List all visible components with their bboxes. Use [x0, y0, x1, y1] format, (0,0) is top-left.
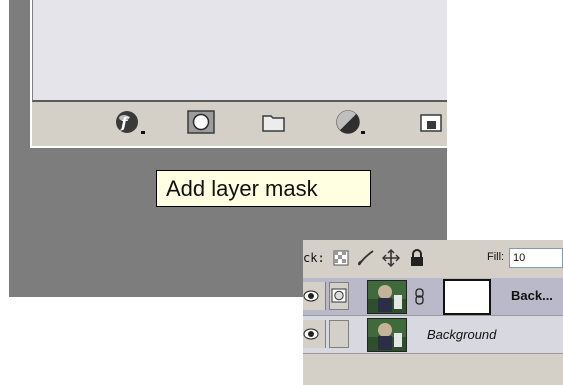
half-circle-icon [336, 110, 365, 134]
layer-mask-icon [187, 110, 215, 134]
adjustment-layer-button[interactable] [332, 107, 372, 139]
layer-thumbnail[interactable] [367, 280, 407, 314]
new-layer-icon [420, 114, 442, 132]
fill-input[interactable]: 10 [509, 248, 563, 268]
chain-link-icon[interactable] [413, 288, 427, 306]
mask-link-cell[interactable] [329, 320, 349, 348]
layers-palette-toolbar: f [32, 103, 447, 143]
layer-name[interactable]: Background [427, 327, 496, 342]
layers-list-area [32, 0, 447, 102]
layer-mask-thumbnail[interactable] [443, 279, 491, 315]
tooltip: Add layer mask [156, 170, 371, 207]
screenshot-stage: f Add layer mask ck: Fill: 10 Back... Ba… [0, 0, 563, 385]
lock-transparency-icon[interactable] [333, 250, 349, 266]
new-layer-button[interactable] [415, 107, 449, 139]
folder-icon [262, 115, 285, 132]
eye-icon [303, 290, 319, 302]
visibility-toggle[interactable] [303, 282, 326, 310]
new-group-button[interactable] [254, 107, 294, 139]
layer-thumbnail[interactable] [367, 318, 407, 352]
photo-thumbnail-icon [368, 319, 406, 351]
photo-thumbnail-icon [368, 281, 406, 313]
layer-row[interactable]: Background [303, 316, 563, 354]
lock-all-icon[interactable] [409, 249, 425, 267]
mask-indicator-icon [331, 288, 347, 303]
eye-icon [303, 328, 319, 340]
fx-icon: f [116, 111, 145, 134]
layers-palette: f [30, 0, 447, 148]
lock-label: ck: [303, 251, 325, 265]
layer-style-button[interactable]: f [112, 107, 154, 139]
lock-bar: ck: Fill: 10 [303, 240, 563, 278]
layer-row[interactable]: Back... [303, 278, 563, 316]
layers-panel-detail: ck: Fill: 10 Back... Background [303, 240, 563, 385]
visibility-toggle[interactable] [303, 320, 326, 348]
lock-position-move-icon[interactable] [381, 248, 401, 268]
add-layer-mask-button[interactable] [182, 107, 222, 139]
fill-label: Fill: [487, 251, 505, 263]
layer-name[interactable]: Back... [511, 288, 553, 303]
mask-link-cell[interactable] [329, 282, 349, 310]
lock-pixels-brush-icon[interactable] [356, 248, 376, 268]
